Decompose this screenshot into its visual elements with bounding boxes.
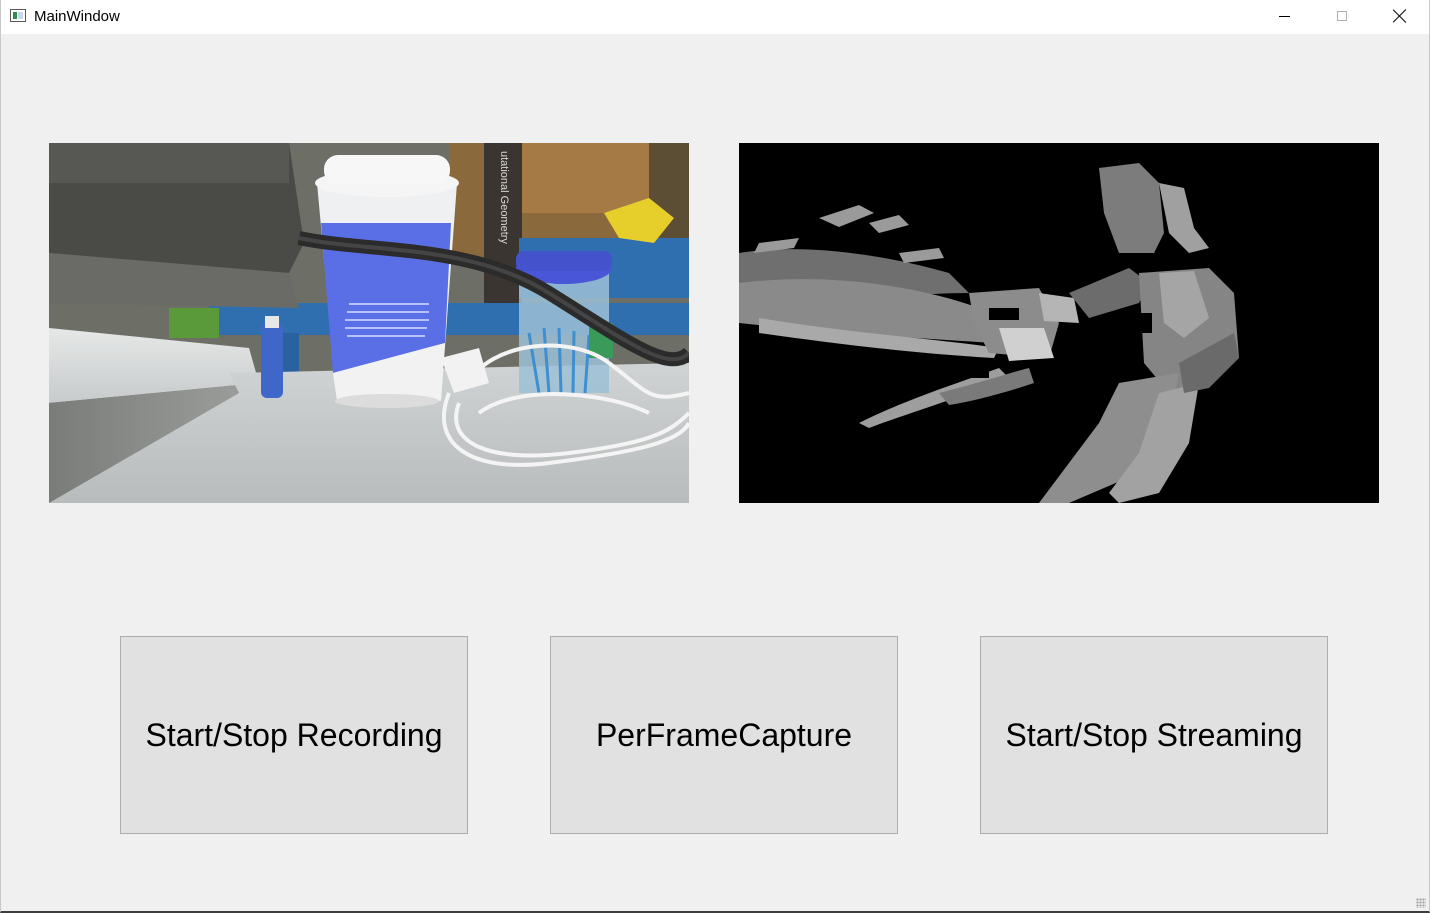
- app-icon: [10, 9, 26, 22]
- maximize-button[interactable]: [1313, 0, 1371, 32]
- maximize-icon: [1337, 11, 1347, 21]
- minimize-icon: [1278, 15, 1290, 17]
- start-stop-recording-button[interactable]: Start/Stop Recording: [120, 636, 468, 834]
- close-button[interactable]: [1371, 0, 1429, 32]
- depth-frame-image: [739, 143, 1379, 503]
- minimize-button[interactable]: [1255, 0, 1313, 32]
- resize-grip-icon[interactable]: [1416, 898, 1426, 908]
- book-spine-text: utational Geometry: [498, 151, 510, 244]
- main-window: MainWindow utational Geometry Start/Stop…: [0, 0, 1430, 913]
- title-bar[interactable]: MainWindow: [1, 0, 1429, 34]
- rgb-camera-view: utational Geometry: [49, 143, 689, 503]
- window-title: MainWindow: [34, 8, 120, 25]
- close-icon: [1393, 9, 1407, 23]
- depth-camera-view: [739, 143, 1379, 503]
- per-frame-capture-button[interactable]: PerFrameCapture: [550, 636, 898, 834]
- start-stop-streaming-button[interactable]: Start/Stop Streaming: [980, 636, 1328, 834]
- rgb-frame-image: utational Geometry: [49, 143, 689, 503]
